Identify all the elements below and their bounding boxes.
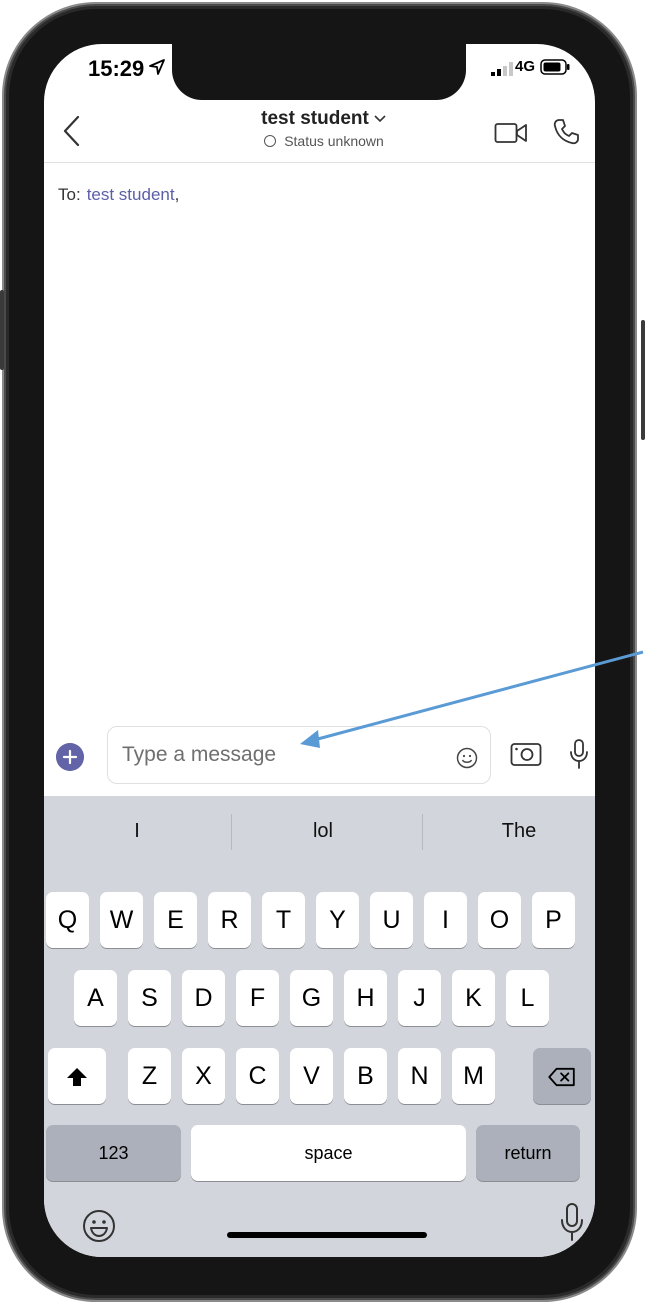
return-key[interactable]: return — [476, 1125, 580, 1181]
home-indicator[interactable] — [227, 1232, 427, 1238]
presence-circle-icon — [264, 135, 277, 147]
emoji-keyboard-icon[interactable] — [82, 1209, 116, 1243]
key-u[interactable]: U — [370, 892, 413, 948]
key-q[interactable]: Q — [46, 892, 89, 948]
shift-arrow-icon — [67, 1068, 87, 1087]
key-o[interactable]: O — [478, 892, 521, 948]
key-s[interactable]: S — [128, 970, 171, 1026]
recipient-name[interactable]: test student — [87, 185, 175, 204]
suggestion-1[interactable]: I — [47, 820, 227, 843]
keyboard: I lol The Q W E R T Y U I O P A S D F G … — [44, 796, 595, 1257]
location-arrow-icon — [149, 59, 165, 75]
network-type: 4G — [515, 58, 536, 75]
key-b[interactable]: B — [344, 1048, 387, 1104]
space-key[interactable]: space — [191, 1125, 466, 1181]
key-w[interactable]: W — [100, 892, 143, 948]
key-j[interactable]: J — [398, 970, 441, 1026]
message-input[interactable] — [122, 727, 432, 783]
suggestion-2[interactable]: lol — [233, 820, 413, 843]
key-m[interactable]: M — [452, 1048, 495, 1104]
video-call-icon[interactable] — [494, 122, 528, 144]
chat-title-area[interactable]: test student Status unknown — [194, 108, 454, 149]
numbers-key[interactable]: 123 — [46, 1125, 181, 1181]
key-t[interactable]: T — [262, 892, 305, 948]
key-g[interactable]: G — [290, 970, 333, 1026]
add-attachment-button[interactable] — [56, 743, 84, 771]
chevron-down-icon — [374, 115, 386, 123]
backspace-icon — [548, 1068, 575, 1087]
phone-call-icon[interactable] — [552, 118, 580, 146]
suggestion-divider — [422, 814, 423, 850]
chat-title: test student — [261, 108, 369, 129]
recipients-line[interactable]: To: test student, — [58, 185, 179, 205]
camera-icon[interactable] — [510, 741, 542, 767]
suggestion-3[interactable]: The — [429, 820, 595, 843]
key-h[interactable]: H — [344, 970, 387, 1026]
key-r[interactable]: R — [208, 892, 251, 948]
delete-key[interactable] — [533, 1048, 591, 1104]
signal-icon — [491, 62, 513, 76]
phone-side-button — [641, 320, 645, 440]
key-v[interactable]: V — [290, 1048, 333, 1104]
key-f[interactable]: F — [236, 970, 279, 1026]
dictation-mic-icon[interactable] — [560, 1202, 584, 1242]
emoji-icon[interactable] — [456, 747, 478, 769]
key-n[interactable]: N — [398, 1048, 441, 1104]
to-label: To: — [58, 185, 81, 204]
chat-title-row: test student — [194, 108, 454, 130]
key-i[interactable]: I — [424, 892, 467, 948]
key-c[interactable]: C — [236, 1048, 279, 1104]
chat-header: test student Status unknown — [44, 104, 595, 163]
key-l[interactable]: L — [506, 970, 549, 1026]
suggestion-divider — [231, 814, 232, 850]
microphone-icon[interactable] — [569, 738, 589, 770]
key-d[interactable]: D — [182, 970, 225, 1026]
phone-screen: 15:29 4G test student Status unknown To:… — [44, 44, 595, 1257]
recipient-separator: , — [174, 185, 180, 204]
shift-key[interactable] — [48, 1048, 106, 1104]
key-y[interactable]: Y — [316, 892, 359, 948]
key-z[interactable]: Z — [128, 1048, 171, 1104]
notch — [172, 44, 466, 100]
back-chevron-icon[interactable] — [60, 114, 82, 148]
battery-icon — [540, 59, 570, 75]
presence-status-text: Status unknown — [284, 133, 384, 149]
message-box — [107, 726, 491, 784]
key-e[interactable]: E — [154, 892, 197, 948]
phone-side-button — [0, 290, 4, 370]
key-p[interactable]: P — [532, 892, 575, 948]
compose-bar — [44, 716, 595, 796]
key-a[interactable]: A — [74, 970, 117, 1026]
key-k[interactable]: K — [452, 970, 495, 1026]
suggestion-bar: I lol The — [44, 796, 595, 872]
status-time: 15:29 — [88, 56, 145, 81]
presence-status: Status unknown — [194, 133, 454, 149]
key-x[interactable]: X — [182, 1048, 225, 1104]
